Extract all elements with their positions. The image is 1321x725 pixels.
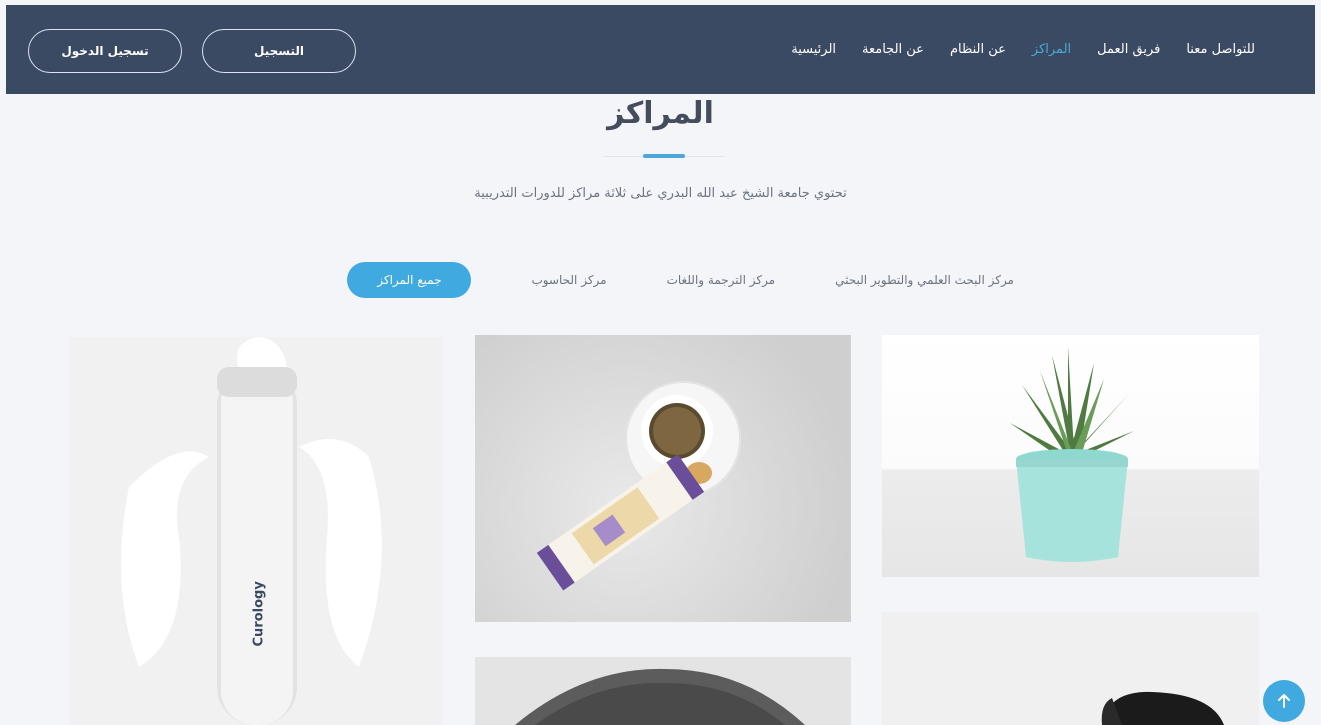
tab-research-center[interactable]: مركز البحث العلمي والتطوير البحثي <box>835 262 1014 298</box>
top-navbar: تسجيل الدخول التسجيل الرئيسية عن الجامعة… <box>6 5 1315 94</box>
gallery-item-bottle[interactable]: Curology <box>69 337 443 725</box>
nav-link-home[interactable]: الرئيسية <box>791 42 836 57</box>
gallery-item-glasses[interactable] <box>882 612 1259 725</box>
nav-link-about-university[interactable]: عن الجامعة <box>862 42 924 57</box>
plant-image <box>1010 347 1134 562</box>
section-description: تحتوي جامعة الشيخ عبد الله البدري على ثل… <box>474 186 847 201</box>
nav-link-team[interactable]: فريق العمل <box>1097 42 1160 57</box>
tea-image <box>536 381 741 591</box>
glasses-image <box>1101 691 1224 725</box>
tab-all-centers[interactable]: جميع المراكز <box>347 262 472 298</box>
nav-link-centers[interactable]: المراكز <box>1032 42 1071 57</box>
arrow-up-icon <box>1278 694 1290 708</box>
gallery-item-dark-object[interactable] <box>475 657 851 725</box>
gallery-item-tea[interactable] <box>475 335 851 622</box>
tab-computer-center[interactable]: مركز الحاسوب <box>531 262 606 298</box>
title-underline <box>604 154 724 158</box>
tab-translation-center[interactable]: مركز الترجمة واللغات <box>667 262 776 298</box>
register-button[interactable]: التسجيل <box>202 29 356 73</box>
nav-link-about-system[interactable]: عن النظام <box>950 42 1006 57</box>
section-title: المراكز <box>607 96 714 131</box>
bottle-brand: Curology <box>251 581 267 647</box>
scroll-top-button[interactable] <box>1263 680 1305 722</box>
gallery-item-plant[interactable] <box>882 335 1259 577</box>
dark-object-image <box>515 668 805 725</box>
auth-buttons: تسجيل الدخول التسجيل <box>28 29 356 73</box>
center-filter-tabs: جميع المراكز مركز الحاسوب مركز الترجمة و… <box>347 262 1014 298</box>
main-nav: الرئيسية عن الجامعة عن النظام المراكز فر… <box>791 5 1255 94</box>
bottle-image <box>121 337 382 725</box>
nav-link-contact[interactable]: للتواصل معنا <box>1186 42 1255 57</box>
login-button[interactable]: تسجيل الدخول <box>28 29 182 73</box>
